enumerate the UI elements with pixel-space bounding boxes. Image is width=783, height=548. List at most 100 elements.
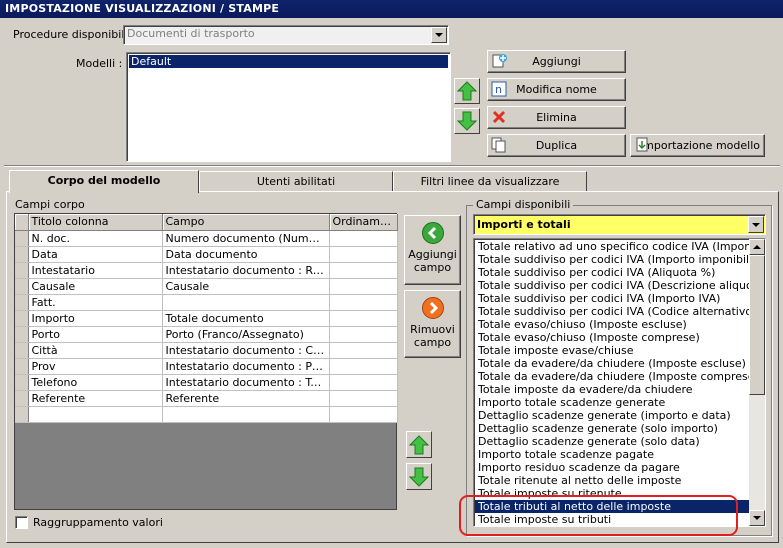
table-row[interactable]: Causale Causale <box>15 278 398 295</box>
table-cell[interactable]: Importo <box>28 310 163 327</box>
table-cell[interactable] <box>329 262 398 279</box>
table-cell[interactable]: Numero documento (Numero+... <box>162 230 330 247</box>
table-row[interactable]: Data Data documento <box>15 246 398 263</box>
scroll-thumb[interactable] <box>749 255 765 395</box>
list-item[interactable]: Totale imposte evase/chiuse <box>475 344 749 357</box>
chevron-down-icon[interactable] <box>431 27 447 43</box>
row-indicator[interactable] <box>15 390 29 407</box>
list-item[interactable]: Totale imposte da evadere/da chiudere <box>475 383 749 396</box>
table-cell[interactable]: Prov <box>28 358 163 375</box>
table-row[interactable]: N. doc. Numero documento (Numero+... <box>15 230 398 247</box>
list-item[interactable]: Dettaglio scadenze generate (importo e d… <box>475 409 749 422</box>
table-cell[interactable]: Intestatario documento : Telef... <box>162 374 330 391</box>
column-header-campo[interactable]: Campo <box>162 214 330 231</box>
table-cell[interactable] <box>329 246 398 263</box>
table-cell[interactable] <box>329 358 398 375</box>
table-row[interactable] <box>15 406 398 423</box>
importazione-modello-button[interactable]: Importazione modello <box>630 134 765 157</box>
table-row[interactable]: Intestatario Intestatario documento : Rag… <box>15 262 398 279</box>
table-cell[interactable]: Telefono <box>28 374 163 391</box>
list-item[interactable]: Dettaglio scadenze generate (solo import… <box>475 422 749 435</box>
move-up-button[interactable] <box>454 78 480 104</box>
duplica-button[interactable]: Duplica <box>487 134 626 157</box>
tab-utenti-abilitati[interactable]: Utenti abilitati <box>199 171 393 192</box>
table-cell[interactable]: Referente <box>162 390 330 407</box>
column-header-ordinamento[interactable]: Ordiname... <box>329 214 398 231</box>
table-cell[interactable]: Causale <box>162 278 330 295</box>
table-cell[interactable]: Data <box>28 246 163 263</box>
table-cell[interactable] <box>329 390 398 407</box>
row-indicator[interactable] <box>15 294 29 311</box>
row-indicator[interactable] <box>15 262 29 279</box>
rimuovi-campo-button[interactable]: Rimuovi campo <box>404 290 461 358</box>
aggiungi-campo-button[interactable]: Aggiungi campo <box>404 215 461 285</box>
list-item[interactable]: Totale da evadere/da chiudere (Imposte e… <box>475 357 749 370</box>
table-cell[interactable]: Data documento <box>162 246 330 263</box>
row-indicator[interactable] <box>15 374 29 391</box>
elimina-button[interactable]: Elimina <box>487 106 626 129</box>
table-cell[interactable] <box>329 310 398 327</box>
list-item[interactable]: Totale da evadere/da chiudere (Imposte c… <box>475 370 749 383</box>
move-down-button[interactable] <box>454 108 480 134</box>
list-scrollbar[interactable] <box>749 239 765 526</box>
category-select[interactable]: Importi e totali <box>473 214 766 235</box>
row-indicator[interactable] <box>15 406 29 423</box>
list-item[interactable]: Totale suddiviso per codici IVA (Importo… <box>475 292 749 305</box>
list-item[interactable]: Totale suddiviso per codici IVA (Aliquot… <box>475 266 749 279</box>
row-indicator[interactable] <box>15 342 29 359</box>
move-field-down-button[interactable] <box>406 463 432 490</box>
table-cell[interactable] <box>329 294 398 311</box>
procedure-select[interactable]: Documenti di trasporto <box>123 25 449 45</box>
modifica-nome-button[interactable]: n Modifica nome <box>487 78 626 101</box>
list-item[interactable]: Totale ritenute al netto delle imposte <box>475 474 749 487</box>
table-row[interactable]: Fatt. <box>15 294 398 311</box>
table-cell[interactable] <box>162 406 330 423</box>
list-item[interactable]: Dettaglio scadenze generate (solo data) <box>475 435 749 448</box>
column-header-titolo[interactable]: Titolo colonna <box>28 214 163 231</box>
table-cell[interactable]: Totale documento <box>162 310 330 327</box>
table-cell[interactable] <box>329 374 398 391</box>
row-indicator[interactable] <box>15 310 29 327</box>
aggiungi-button[interactable]: Aggiungi <box>487 50 626 73</box>
table-cell[interactable]: Intestatario documento : Citta' <box>162 342 330 359</box>
list-item[interactable]: Totale suddiviso per codici IVA (Importo… <box>475 253 749 266</box>
table-cell[interactable]: Porto <box>28 326 163 343</box>
scroll-up-button[interactable] <box>749 239 765 255</box>
table-row[interactable]: Referente Referente <box>15 390 398 407</box>
table-cell[interactable] <box>329 278 398 295</box>
table-row[interactable]: Città Intestatario documento : Citta' <box>15 342 398 359</box>
move-field-up-button[interactable] <box>406 431 432 458</box>
table-cell[interactable]: Città <box>28 342 163 359</box>
row-indicator[interactable] <box>15 246 29 263</box>
table-cell[interactable]: Intestatario <box>28 262 163 279</box>
table-row[interactable]: Importo Totale documento <box>15 310 398 327</box>
raggruppamento-checkbox[interactable] <box>15 516 28 529</box>
chevron-down-icon[interactable] <box>748 216 764 233</box>
list-item[interactable]: Importo residuo scadenze da pagare <box>475 461 749 474</box>
list-item[interactable]: Totale suddiviso per codici IVA (Descriz… <box>475 279 749 292</box>
table-row[interactable]: Porto Porto (Franco/Assegnato) <box>15 326 398 343</box>
tab-corpo-del-modello[interactable]: Corpo del modello <box>9 170 199 193</box>
list-item[interactable]: Totale evaso/chiuso (Imposte escluse) <box>475 318 749 331</box>
table-cell[interactable] <box>329 406 398 423</box>
table-cell[interactable]: N. doc. <box>28 230 163 247</box>
modelli-item[interactable]: Default <box>129 55 448 68</box>
row-indicator[interactable] <box>15 230 29 247</box>
table-cell[interactable] <box>28 406 163 423</box>
table-cell[interactable]: Referente <box>28 390 163 407</box>
campi-disponibili-list[interactable]: Totale relativo ad uno specifico codice … <box>473 238 766 527</box>
table-cell[interactable]: Intestatario documento : Ragi... <box>162 262 330 279</box>
campi-corpo-grid[interactable]: Titolo colonna Campo Ordiname... N. doc.… <box>14 213 398 510</box>
list-item[interactable]: Totale suddiviso per codici IVA (Codice … <box>475 305 749 318</box>
list-item[interactable]: Importo totale scadenze generate <box>475 396 749 409</box>
table-row[interactable]: Telefono Intestatario documento : Telef..… <box>15 374 398 391</box>
table-cell[interactable] <box>329 326 398 343</box>
list-item[interactable]: Totale evaso/chiuso (Imposte comprese) <box>475 331 749 344</box>
table-cell[interactable] <box>162 294 330 311</box>
table-cell[interactable]: Causale <box>28 278 163 295</box>
row-indicator[interactable] <box>15 358 29 375</box>
tab-filtri-linee[interactable]: Filtri linee da visualizzare <box>393 171 587 192</box>
scroll-down-button[interactable] <box>749 510 765 526</box>
table-cell[interactable] <box>329 230 398 247</box>
table-cell[interactable]: Fatt. <box>28 294 163 311</box>
